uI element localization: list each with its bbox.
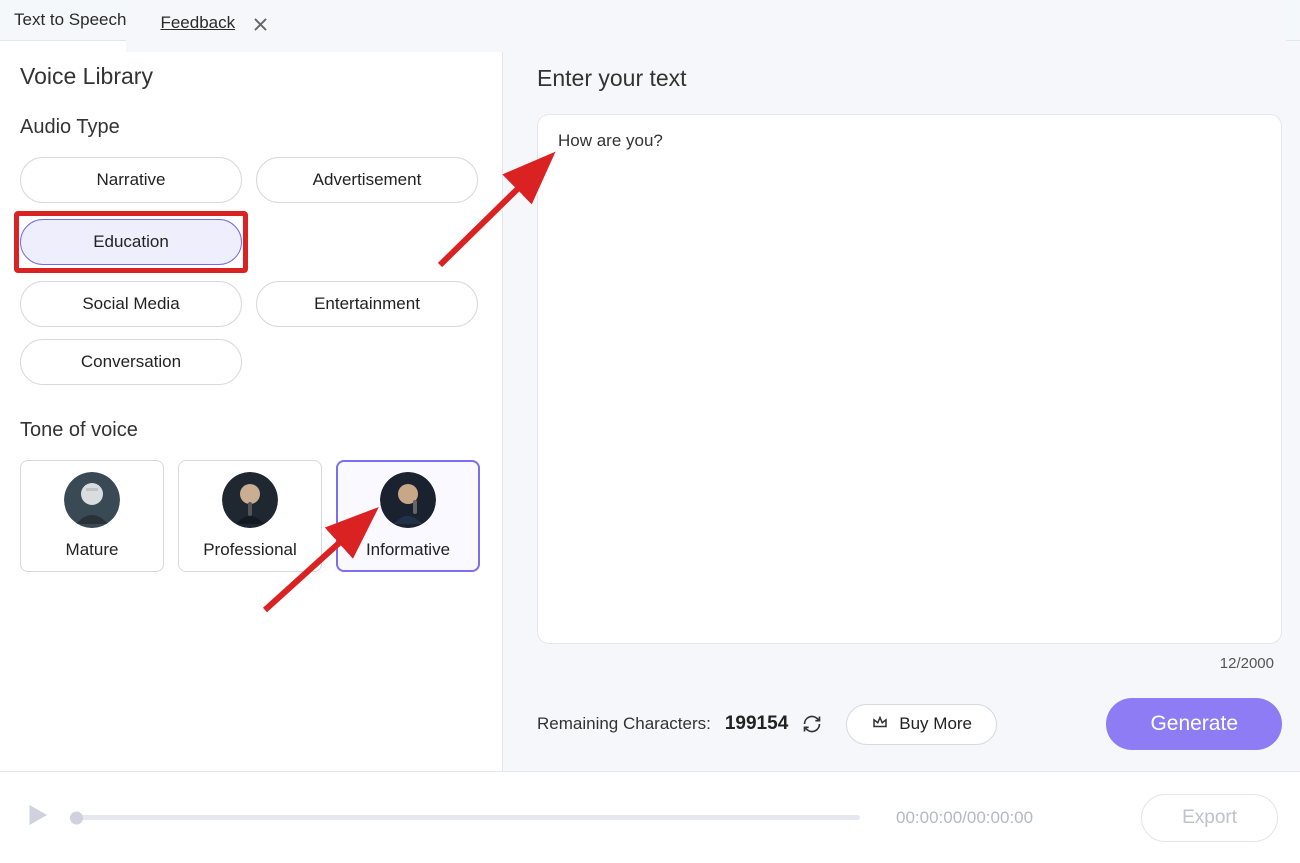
progress-thumb[interactable] xyxy=(70,811,83,824)
audio-type-grid: Narrative Advertisement Education Social… xyxy=(20,157,482,385)
player-bar: 00:00:00/00:00:00 Export xyxy=(0,771,1300,863)
tone-professional[interactable]: Professional xyxy=(178,460,322,572)
voice-library-panel: Voice Library Audio Type Narrative Adver… xyxy=(0,41,503,771)
window-title: Text to Speech xyxy=(14,10,126,30)
crown-icon xyxy=(871,713,889,736)
tone-informative[interactable]: Informative xyxy=(336,460,480,572)
tone-title: Tone of voice xyxy=(20,419,482,442)
avatar-professional-icon xyxy=(222,472,278,528)
enter-text-title: Enter your text xyxy=(537,65,1282,92)
topbar: Text to Speech Feedback xyxy=(0,0,1300,41)
voice-library-title: Voice Library xyxy=(20,63,482,90)
audio-type-advertisement[interactable]: Advertisement xyxy=(256,157,478,203)
time-code: 00:00:00/00:00:00 xyxy=(896,808,1033,828)
buy-more-label: Buy More xyxy=(899,714,972,734)
audio-type-conversation[interactable]: Conversation xyxy=(20,339,242,385)
refresh-icon[interactable] xyxy=(802,714,822,734)
text-editor-panel: Enter your text 12/2000 Remaining Charac… xyxy=(503,41,1300,771)
remaining-count: 199154 xyxy=(725,713,788,735)
main-area: Voice Library Audio Type Narrative Adver… xyxy=(0,41,1300,771)
tone-grid: Mature Professional Informative xyxy=(20,460,482,572)
tone-mature-label: Mature xyxy=(66,540,119,560)
avatar-informative-icon xyxy=(380,472,436,528)
text-input[interactable] xyxy=(537,114,1282,644)
audio-type-title: Audio Type xyxy=(20,116,482,139)
play-icon[interactable] xyxy=(22,800,52,835)
audio-type-narrative[interactable]: Narrative xyxy=(20,157,242,203)
close-icon[interactable] xyxy=(249,13,272,34)
feedback-link[interactable]: Feedback xyxy=(160,13,235,33)
audio-type-social-media[interactable]: Social Media xyxy=(20,281,242,327)
avatar-mature-icon xyxy=(64,472,120,528)
export-button[interactable]: Export xyxy=(1141,794,1278,842)
remaining-label: Remaining Characters: xyxy=(537,714,711,734)
char-counter: 12/2000 xyxy=(537,655,1282,672)
tone-mature[interactable]: Mature xyxy=(20,460,164,572)
buy-more-button[interactable]: Buy More xyxy=(846,704,997,745)
tone-informative-label: Informative xyxy=(366,540,450,560)
audio-type-entertainment[interactable]: Entertainment xyxy=(256,281,478,327)
highlight-box: Education xyxy=(14,211,248,273)
progress-track[interactable] xyxy=(70,815,860,820)
annotation-red-box xyxy=(14,211,248,273)
generate-button[interactable]: Generate xyxy=(1106,698,1282,750)
remaining-row: Remaining Characters: 199154 Buy More Ge… xyxy=(537,698,1282,750)
tone-professional-label: Professional xyxy=(203,540,297,560)
